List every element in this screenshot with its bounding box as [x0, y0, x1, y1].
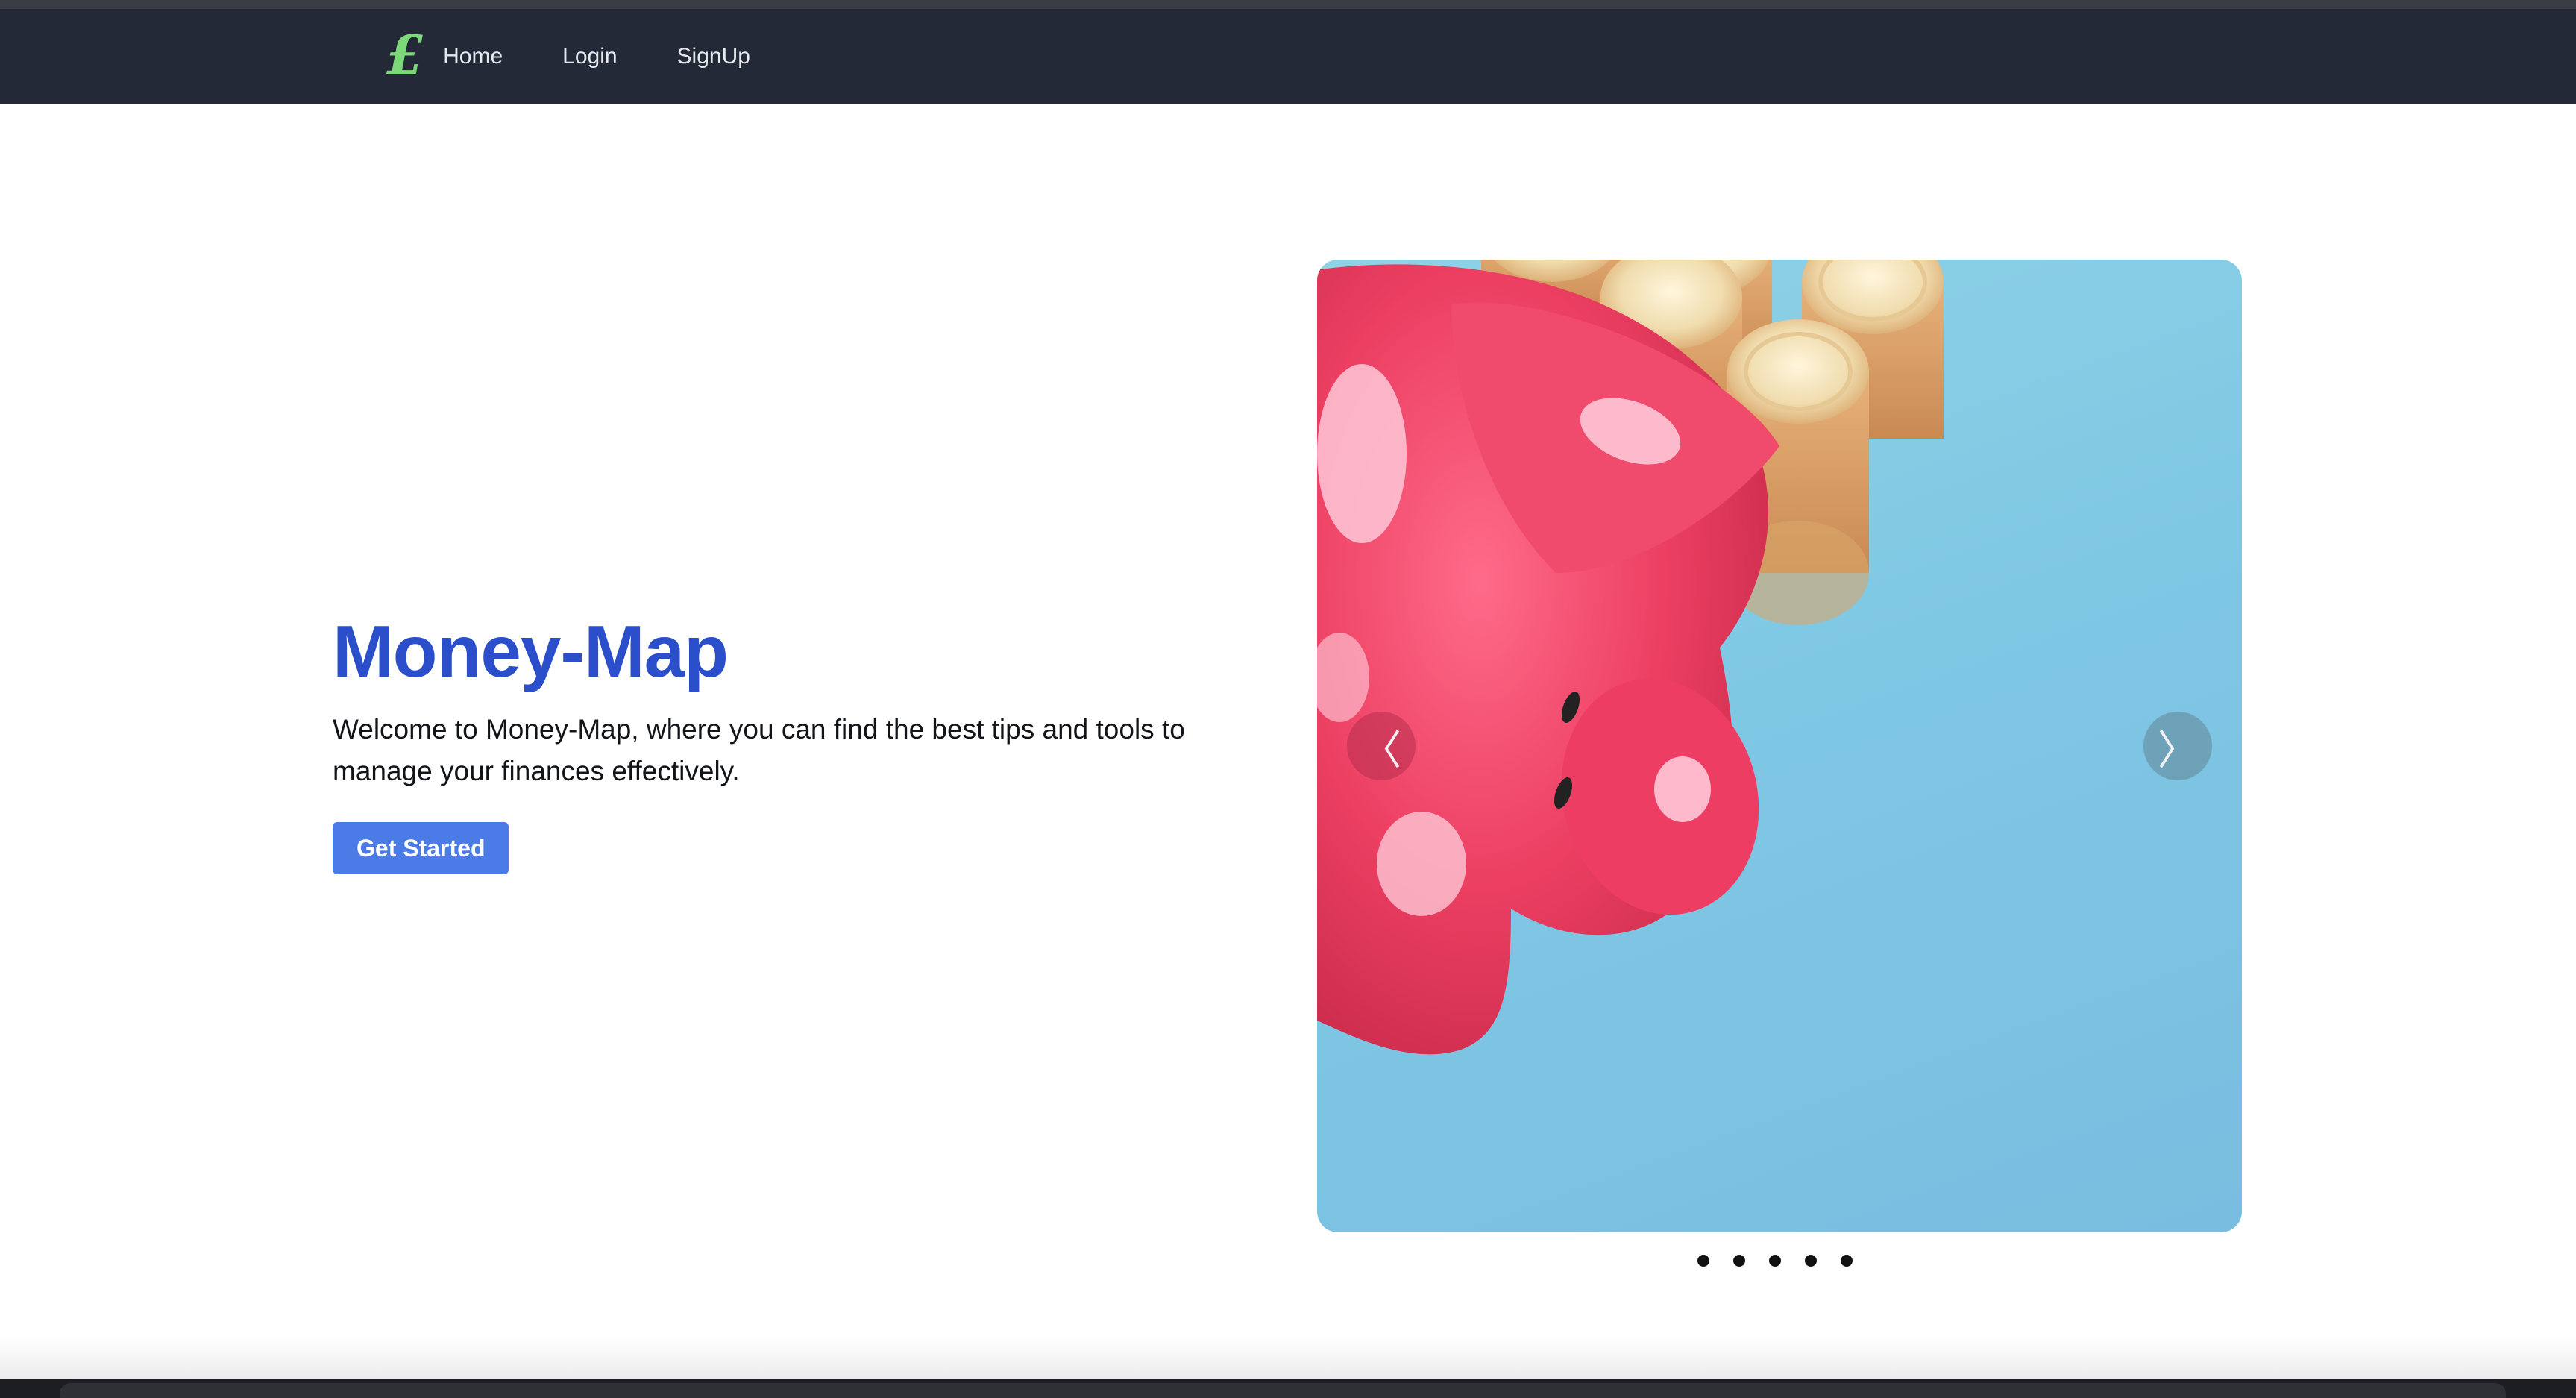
piggy-bank-image: [1317, 260, 1944, 1055]
carousel-dot-5[interactable]: [1841, 1255, 1853, 1267]
carousel-dot-1[interactable]: [1697, 1255, 1709, 1267]
os-dock: [0, 1379, 2576, 1398]
get-started-button[interactable]: Get Started: [333, 821, 509, 874]
navbar: £ Home Login SignUp: [0, 9, 2576, 104]
carousel-next-button[interactable]: 〉: [2143, 712, 2212, 780]
hero-title: Money-Map: [333, 610, 729, 692]
nav-link-login[interactable]: Login: [562, 44, 617, 69]
nav-link-home[interactable]: Home: [443, 44, 503, 69]
pound-logo-icon[interactable]: £: [386, 28, 424, 82]
page-bottom-shadow: [0, 1335, 2576, 1380]
carousel-dot-2[interactable]: [1733, 1255, 1745, 1267]
hero-description: Welcome to Money-Map, where you can find…: [333, 713, 1185, 786]
dock-bar: [60, 1383, 2506, 1398]
carousel-prev-button[interactable]: 〈: [1347, 712, 1416, 780]
piggy-bank: [1317, 264, 1779, 1055]
nav-link-signup[interactable]: SignUp: [677, 44, 750, 69]
hero-section: Money-Map Welcome to Money-Map, where yo…: [333, 610, 1257, 874]
image-carousel: 〈 〉: [1317, 260, 2242, 1232]
carousel-dot-4[interactable]: [1805, 1255, 1817, 1267]
nav-inner: £ Home Login SignUp: [386, 28, 750, 84]
carousel-dot-3[interactable]: [1769, 1255, 1781, 1267]
carousel-indicators: [1697, 1255, 1853, 1267]
window-top-strip: [0, 0, 2576, 9]
